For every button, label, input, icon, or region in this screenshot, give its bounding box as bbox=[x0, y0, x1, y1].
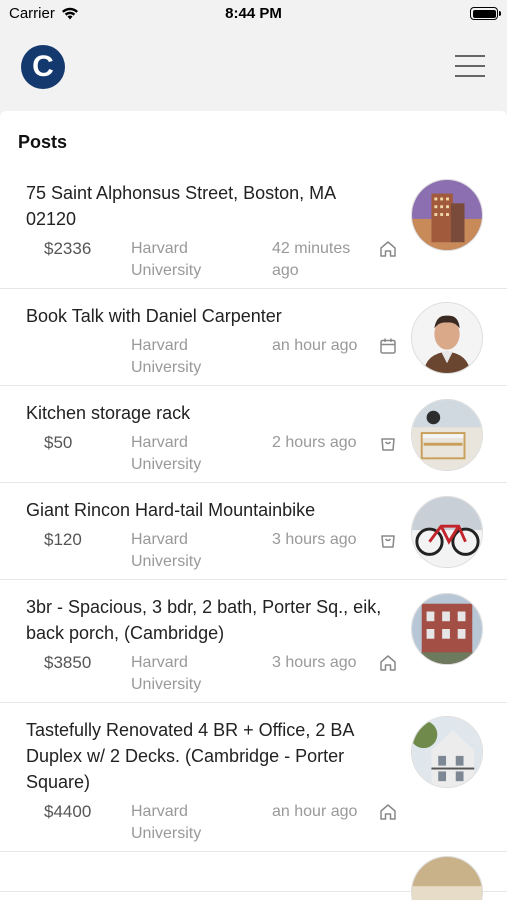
post-item[interactable]: Book Talk with Daniel Carpenter Harvard … bbox=[0, 289, 507, 386]
post-time-ago: 3 hours ago bbox=[272, 531, 357, 548]
post-school: Harvard University bbox=[131, 337, 202, 376]
post-thumbnail[interactable] bbox=[411, 856, 483, 900]
post-thumbnail[interactable] bbox=[411, 302, 483, 374]
post-thumbnail[interactable] bbox=[411, 496, 483, 568]
post-title: 3br - Spacious, 3 bdr, 2 bath, Porter Sq… bbox=[26, 597, 382, 643]
section-title: Posts bbox=[18, 132, 68, 152]
post-time-ago: an hour ago bbox=[272, 803, 358, 820]
post-item[interactable]: Kitchen storage rack $50 Harvard Univers… bbox=[0, 386, 507, 483]
status-time: 8:44 PM bbox=[225, 5, 282, 22]
post-time-ago: an hour ago bbox=[272, 337, 358, 354]
post-item-partial[interactable] bbox=[0, 852, 507, 900]
post-meta: $4400 Harvard University an hour ago bbox=[26, 801, 507, 851]
post-price: $120 bbox=[44, 530, 82, 549]
post-thumbnail[interactable] bbox=[411, 593, 483, 665]
post-time-ago: 2 hours ago bbox=[272, 434, 357, 451]
post-school: Harvard University bbox=[131, 531, 202, 570]
post-price: $3850 bbox=[44, 653, 92, 672]
post-item[interactable]: Tastefully Renovated 4 BR + Office, 2 BA… bbox=[0, 703, 507, 852]
post-title: Tastefully Renovated 4 BR + Office, 2 BA… bbox=[26, 720, 354, 792]
menu-line bbox=[455, 65, 485, 67]
post-school: Harvard University bbox=[131, 434, 202, 473]
post-time-ago: 42 minutes ago bbox=[272, 240, 351, 279]
post-item[interactable]: 75 Saint Alphonsus Street, Boston, MA 02… bbox=[0, 166, 507, 289]
home-icon bbox=[378, 653, 398, 673]
menu-line bbox=[455, 75, 485, 77]
post-school: Harvard University bbox=[131, 803, 202, 842]
post-title: 75 Saint Alphonsus Street, Boston, MA 02… bbox=[26, 183, 336, 229]
post-list: 75 Saint Alphonsus Street, Boston, MA 02… bbox=[0, 166, 507, 900]
post-thumbnail[interactable] bbox=[411, 179, 483, 251]
hamburger-menu-button[interactable] bbox=[455, 55, 485, 79]
post-school: Harvard University bbox=[131, 654, 202, 693]
status-bar: Carrier 8:44 PM bbox=[0, 0, 507, 27]
post-item[interactable]: 3br - Spacious, 3 bdr, 2 bath, Porter Sq… bbox=[0, 580, 507, 703]
menu-line bbox=[455, 55, 485, 57]
shopping-bag-icon bbox=[378, 530, 398, 550]
home-icon bbox=[378, 802, 398, 822]
shopping-bag-icon bbox=[378, 433, 398, 453]
post-item[interactable]: Giant Rincon Hard-tail Mountainbike $120… bbox=[0, 483, 507, 580]
post-price: $2336 bbox=[44, 239, 92, 258]
post-price: $4400 bbox=[44, 802, 92, 821]
app-header: C bbox=[0, 27, 507, 111]
posts-panel: Posts 75 Saint Alphonsus Street, Boston,… bbox=[0, 111, 507, 900]
home-icon bbox=[378, 239, 398, 259]
post-thumbnail[interactable] bbox=[411, 716, 483, 788]
post-price: $50 bbox=[44, 433, 73, 452]
post-time-ago: 3 hours ago bbox=[272, 654, 357, 671]
calendar-icon bbox=[378, 336, 398, 356]
post-school: Harvard University bbox=[131, 240, 202, 279]
post-title: Giant Rincon Hard-tail Mountainbike bbox=[26, 500, 316, 520]
post-title: Book Talk with Daniel Carpenter bbox=[26, 306, 282, 326]
battery-icon bbox=[470, 7, 501, 20]
post-title: Kitchen storage rack bbox=[26, 403, 191, 423]
post-thumbnail[interactable] bbox=[411, 399, 483, 471]
app-logo[interactable]: C bbox=[21, 45, 65, 89]
